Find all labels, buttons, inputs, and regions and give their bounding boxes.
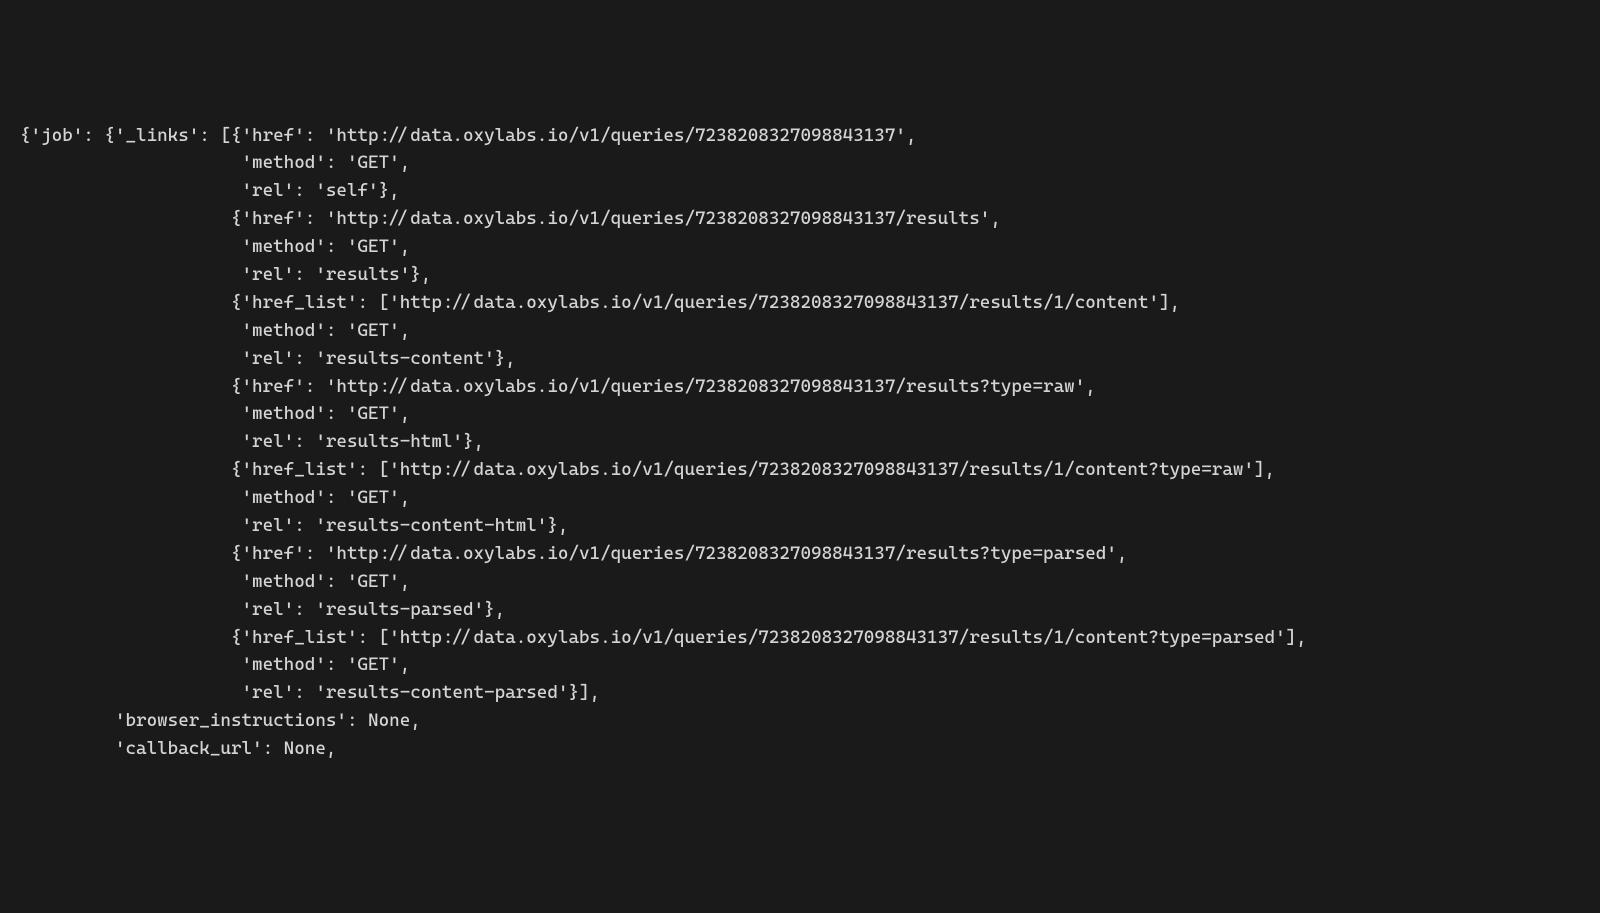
code-line: 'rel': 'results-content-parsed'}], bbox=[20, 682, 600, 703]
code-line: {'href_list': ['http://data.oxylabs.io/v… bbox=[20, 627, 1307, 648]
code-line: 'rel': 'results-content'}, bbox=[20, 348, 516, 369]
code-line: 'callback_url': None, bbox=[20, 738, 336, 759]
code-line: 'method': 'GET', bbox=[20, 320, 410, 341]
code-line: 'method': 'GET', bbox=[20, 236, 410, 257]
code-line: 'method': 'GET', bbox=[20, 403, 410, 424]
code-line: {'job': {'_links': [{'href': 'http://dat… bbox=[20, 125, 916, 146]
code-line: {'href': 'http://data.oxylabs.io/v1/quer… bbox=[20, 208, 1001, 229]
code-line: 'method': 'GET', bbox=[20, 487, 410, 508]
code-line: 'rel': 'results'}, bbox=[20, 264, 431, 285]
code-line: {'href_list': ['http://data.oxylabs.io/v… bbox=[20, 292, 1180, 313]
code-line: 'rel': 'results-html'}, bbox=[20, 431, 484, 452]
code-line: 'rel': 'results-parsed'}, bbox=[20, 599, 505, 620]
code-line: 'browser_instructions': None, bbox=[20, 710, 421, 731]
code-line: 'method': 'GET', bbox=[20, 571, 410, 592]
code-line: {'href': 'http://data.oxylabs.io/v1/quer… bbox=[20, 543, 1127, 564]
code-line: 'method': 'GET', bbox=[20, 152, 410, 173]
code-line: 'rel': 'results-content-html'}, bbox=[20, 515, 568, 536]
code-line: {'href_list': ['http://data.oxylabs.io/v… bbox=[20, 459, 1275, 480]
code-line: 'method': 'GET', bbox=[20, 654, 410, 675]
code-line: {'href': 'http://data.oxylabs.io/v1/quer… bbox=[20, 376, 1096, 397]
code-output-block: {'job': {'_links': [{'href': 'http://dat… bbox=[20, 122, 1580, 763]
code-line: 'rel': 'self'}, bbox=[20, 180, 400, 201]
